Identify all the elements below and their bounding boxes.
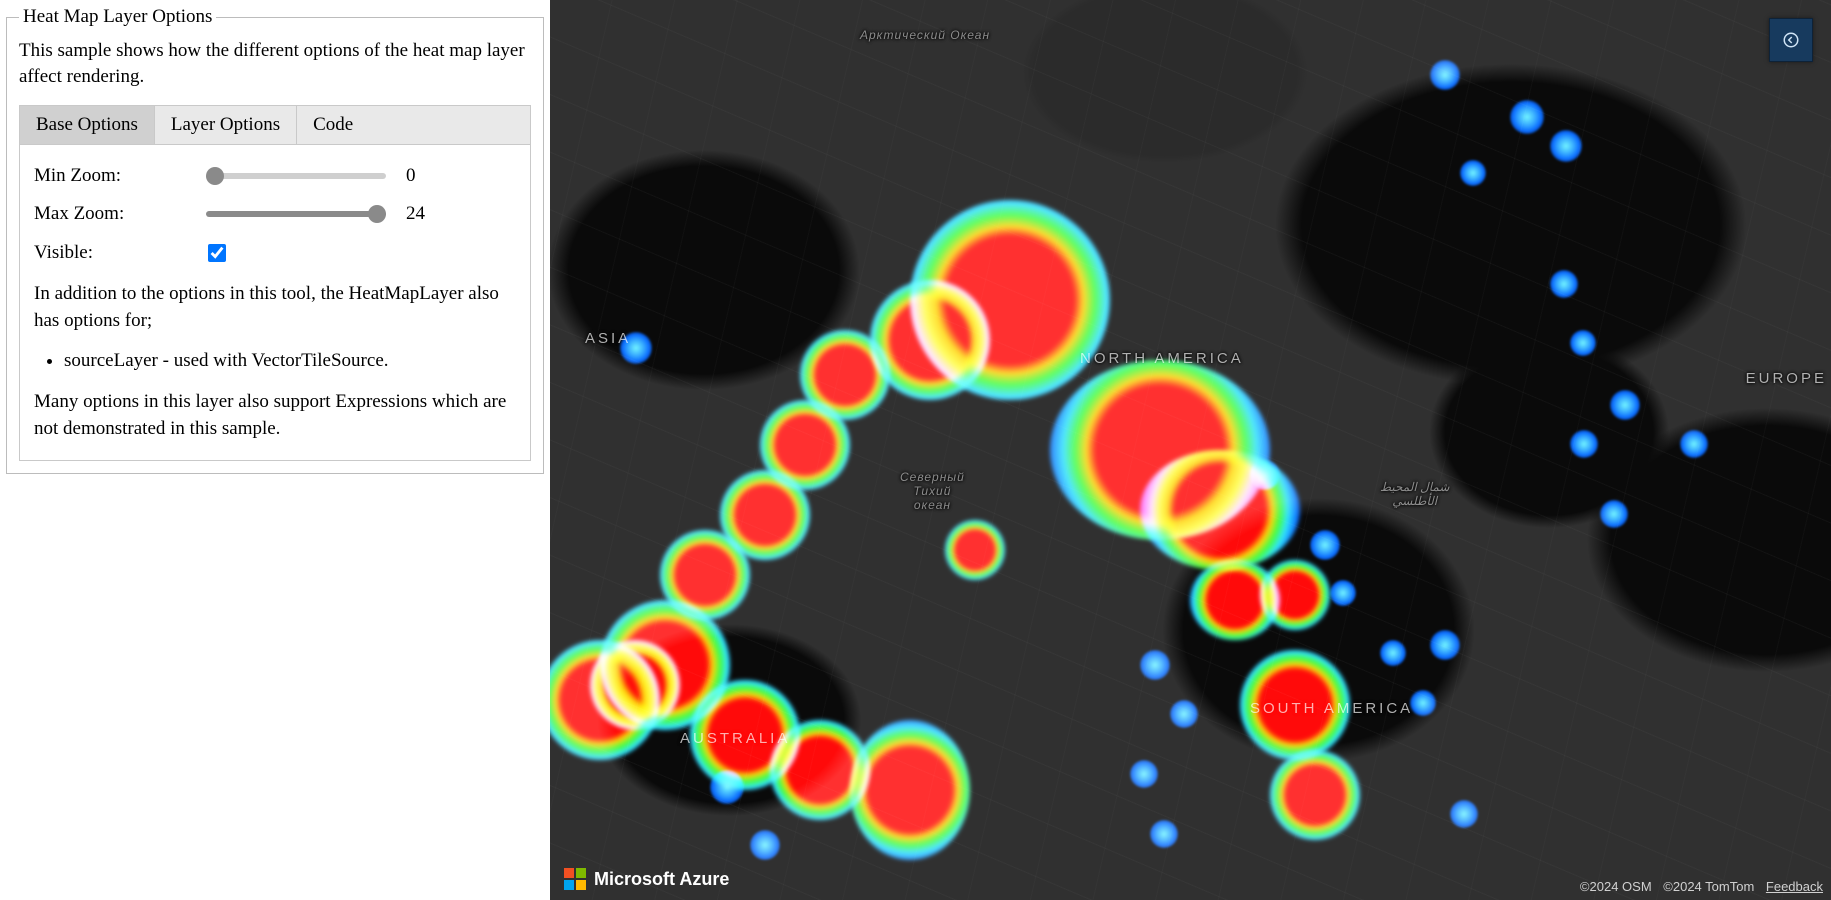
tabs-container: Base Options Layer Options Code Min Zoom… — [19, 105, 531, 461]
row-min-zoom: Min Zoom: 0 — [34, 165, 516, 187]
map-basemap — [550, 0, 1831, 900]
notes-line2: Many options in this layer also support … — [34, 389, 516, 442]
max-zoom-slider[interactable] — [206, 211, 386, 217]
notes-bullet-0: sourceLayer - used with VectorTileSource… — [64, 348, 516, 375]
row-visible: Visible: — [34, 241, 516, 265]
notes-line1: In addition to the options in this tool,… — [34, 281, 516, 334]
tab-code[interactable]: Code — [297, 106, 369, 144]
options-panel: Heat Map Layer Options This sample shows… — [0, 0, 550, 900]
attrib-tomtom: ©2024 TomTom — [1663, 879, 1754, 894]
tab-layer-options[interactable]: Layer Options — [155, 106, 297, 144]
min-zoom-value: 0 — [406, 165, 416, 187]
tab-base-options[interactable]: Base Options — [20, 106, 155, 144]
visible-label: Visible: — [34, 242, 204, 264]
base-options-tab-content: Min Zoom: 0 Max Zoom: 24 — [20, 145, 530, 460]
chevron-left-icon — [1782, 31, 1800, 49]
microsoft-logo-icon — [564, 868, 586, 890]
visible-checkbox[interactable] — [208, 244, 226, 262]
azure-logo-text: Microsoft Azure — [594, 869, 729, 890]
panel-legend: Heat Map Layer Options — [19, 6, 216, 28]
map-canvas[interactable]: Арктический Океан ASIA NORTH AMERICA Сев… — [550, 0, 1831, 900]
min-zoom-label: Min Zoom: — [34, 165, 204, 187]
row-max-zoom: Max Zoom: 24 — [34, 203, 516, 225]
microsoft-azure-logo: Microsoft Azure — [564, 868, 729, 890]
panel-intro: This sample shows how the different opti… — [19, 38, 531, 89]
max-zoom-value: 24 — [406, 203, 425, 225]
map-attribution: ©2024 OSM ©2024 TomTom Feedback — [1572, 879, 1823, 894]
feedback-link[interactable]: Feedback — [1766, 879, 1823, 894]
max-zoom-label: Max Zoom: — [34, 203, 204, 225]
notes-block: In addition to the options in this tool,… — [34, 281, 516, 442]
map-style-picker-button[interactable] — [1769, 18, 1813, 62]
attrib-osm: ©2024 OSM — [1580, 879, 1652, 894]
min-zoom-slider[interactable] — [206, 173, 386, 179]
options-fieldset: Heat Map Layer Options This sample shows… — [6, 6, 544, 474]
tab-bar: Base Options Layer Options Code — [20, 106, 530, 145]
